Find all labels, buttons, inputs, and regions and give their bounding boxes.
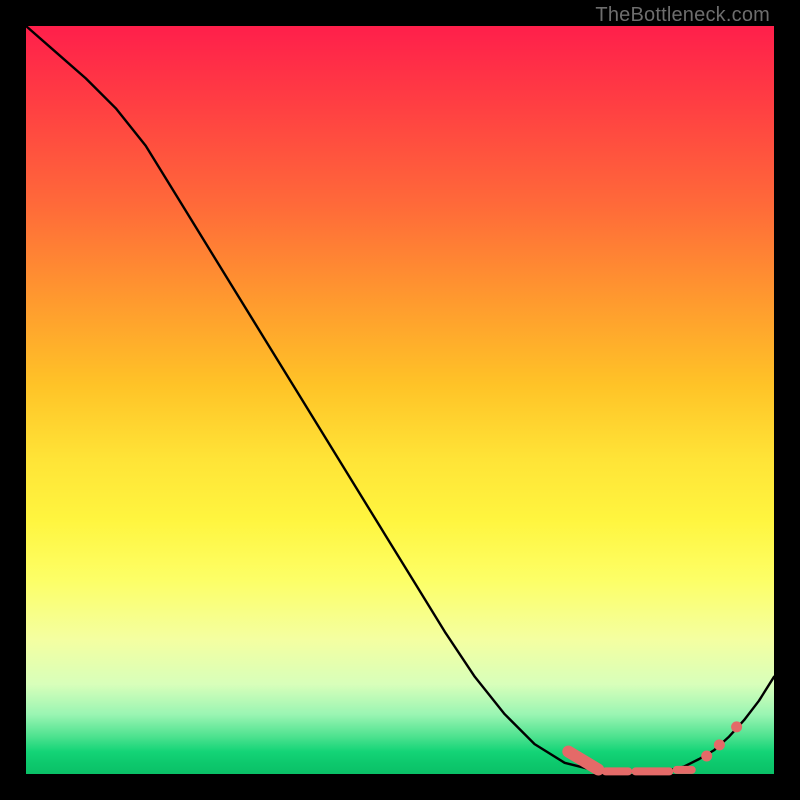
chart-frame: TheBottleneck.com xyxy=(0,0,800,800)
watermark-text: TheBottleneck.com xyxy=(595,4,770,27)
marker-segment-heavy xyxy=(568,752,598,770)
marker-dot-0 xyxy=(701,751,712,762)
marker-dot-2 xyxy=(731,721,742,732)
marker-dot-1 xyxy=(714,739,725,750)
bottleneck-curve xyxy=(26,26,774,772)
marker-layer xyxy=(568,721,742,771)
plot-area xyxy=(26,26,774,774)
curve-svg xyxy=(26,26,774,774)
